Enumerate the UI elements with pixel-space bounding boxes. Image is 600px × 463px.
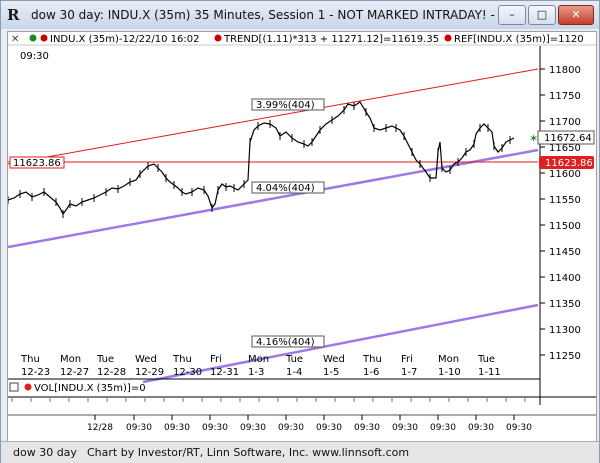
price-tick-label: 11300 bbox=[549, 325, 581, 336]
day-label-dow: Fri bbox=[401, 354, 413, 365]
day-label-date: 12-27 bbox=[60, 367, 89, 378]
time-tick-label: 09:30 bbox=[392, 423, 418, 433]
title-bar[interactable]: R dow 30 day: INDU.X (35m) 35 Minutes, S… bbox=[1, 1, 599, 29]
day-label-date: 12-23 bbox=[21, 367, 50, 378]
time-tick-label: 09:30 bbox=[202, 423, 228, 433]
price-tick-label: 11500 bbox=[549, 221, 581, 232]
ref-dot-icon[interactable] bbox=[444, 34, 452, 42]
minimize-button[interactable]: – bbox=[498, 5, 526, 25]
last-price-arrow-icon: ✶ bbox=[529, 132, 538, 145]
day-label-date: 1-7 bbox=[401, 367, 417, 378]
day-label-date: 12-29 bbox=[135, 367, 164, 378]
day-label-date: 1-6 bbox=[363, 367, 379, 378]
day-label-dow: Thu bbox=[172, 354, 192, 365]
chart-svg[interactable]: ✕ INDU.X (35m)-12/22/10 16:02 TREND[(1.1… bbox=[7, 32, 596, 441]
mid-channel-label: 4.04%(404) bbox=[256, 183, 315, 194]
day-label-date: 1-5 bbox=[323, 367, 339, 378]
time-tick-label: 09:30 bbox=[506, 423, 532, 433]
time-tick-label: 09:30 bbox=[126, 423, 152, 433]
price-tick-label: 11800 bbox=[549, 65, 581, 76]
day-label-date: 12-28 bbox=[97, 367, 126, 378]
ref-label: 11623.86 bbox=[13, 158, 61, 169]
lower-channel-label: 4.16%(404) bbox=[256, 337, 315, 348]
day-label-date: 1-11 bbox=[478, 367, 501, 378]
day-label-date: 12-30 bbox=[173, 367, 202, 378]
day-label-dow: Thu bbox=[20, 354, 40, 365]
time-tick-label: 09:30 bbox=[430, 423, 456, 433]
legend-time: 09:30 bbox=[20, 51, 49, 62]
time-tick-label: 09:30 bbox=[278, 423, 304, 433]
day-label-dow: Wed bbox=[135, 354, 157, 365]
main-series-dot-icon[interactable] bbox=[29, 34, 37, 42]
day-label-dow: Tue bbox=[96, 354, 114, 365]
trend-dot-icon[interactable] bbox=[214, 34, 222, 42]
price-tick-label: 11350 bbox=[549, 299, 581, 310]
price-tick-label: 11450 bbox=[549, 247, 581, 258]
day-label-dow: Mon bbox=[60, 354, 81, 365]
day-label-date: 1-4 bbox=[286, 367, 302, 378]
price-axis: 11800 11750 11700 11650 11600 11550 11500 11450… bbox=[540, 65, 581, 362]
status-bar: dow 30 day Chart by Investor/RT, Linn So… bbox=[1, 441, 599, 463]
legend-ref[interactable]: REF[INDU.X (35m)]=1120 bbox=[454, 34, 584, 45]
price-tick-label: 11650 bbox=[549, 143, 581, 154]
r-app-icon[interactable]: R bbox=[7, 7, 23, 23]
day-labels: Thu 12-23 Mon 12-27 Tue 12-28 Wed 12-29 Thu 12-30… bbox=[20, 354, 501, 378]
day-label-dow: Wed bbox=[323, 354, 345, 365]
chart-window: R dow 30 day: INDU.X (35m) 35 Minutes, S… bbox=[0, 0, 600, 463]
legend-main[interactable]: INDU.X (35m)-12/22/10 16:02 bbox=[50, 34, 199, 45]
volume-dot-icon[interactable] bbox=[24, 383, 32, 391]
price-tick-label: 11400 bbox=[549, 273, 581, 284]
day-label-dow: Fri bbox=[210, 354, 222, 365]
time-tick-label: 09:30 bbox=[316, 423, 342, 433]
volume-label[interactable]: VOL[INDU.X (35m)]=0 bbox=[34, 383, 146, 394]
status-credit: Chart by Investor/RT, Linn Software, Inc… bbox=[87, 446, 410, 459]
price-tick-label: 11600 bbox=[549, 169, 581, 180]
day-label-dow: Mon bbox=[248, 354, 269, 365]
price-tick-label: 11550 bbox=[549, 195, 581, 206]
upper-channel-line[interactable] bbox=[7, 68, 539, 165]
time-tick-label: 09:30 bbox=[164, 423, 190, 433]
maximize-button[interactable]: □ bbox=[528, 5, 556, 25]
last-price-badge: 11672.64 bbox=[544, 133, 592, 144]
chart-area[interactable]: ✕ INDU.X (35m)-12/22/10 16:02 TREND[(1.1… bbox=[7, 31, 597, 442]
price-tick-label: 11700 bbox=[549, 117, 581, 128]
time-tick-label: 09:30 bbox=[354, 423, 380, 433]
time-tick-label: 09:30 bbox=[240, 423, 266, 433]
price-tick-label: 11250 bbox=[549, 351, 581, 362]
legend-trend[interactable]: TREND[(1.11)*313 + 11271.12]=11619.35 bbox=[223, 34, 439, 45]
window-title: dow 30 day: INDU.X (35m) 35 Minutes, Ses… bbox=[31, 8, 523, 22]
main-series-dot2-icon[interactable] bbox=[40, 34, 48, 42]
day-label-date: 12-31 bbox=[210, 367, 239, 378]
status-left: dow 30 day bbox=[13, 446, 77, 459]
legend-close-icon[interactable]: ✕ bbox=[11, 34, 19, 45]
price-tick-label: 11750 bbox=[549, 91, 581, 102]
day-label-date: 1-3 bbox=[248, 367, 264, 378]
time-tick-label: 09:30 bbox=[468, 423, 494, 433]
day-label-dow: Thu bbox=[362, 354, 382, 365]
close-button[interactable]: ✕ bbox=[558, 5, 594, 25]
day-label-dow: Mon bbox=[438, 354, 459, 365]
day-label-dow: Tue bbox=[285, 354, 303, 365]
ref-badge: 11623.86 bbox=[545, 158, 593, 169]
time-tick-label: 12/28 bbox=[87, 423, 113, 433]
day-label-dow: Tue bbox=[477, 354, 495, 365]
volume-close-icon[interactable] bbox=[9, 382, 19, 392]
day-label-date: 1-10 bbox=[438, 367, 461, 378]
upper-channel-label: 3.99%(404) bbox=[256, 100, 315, 111]
